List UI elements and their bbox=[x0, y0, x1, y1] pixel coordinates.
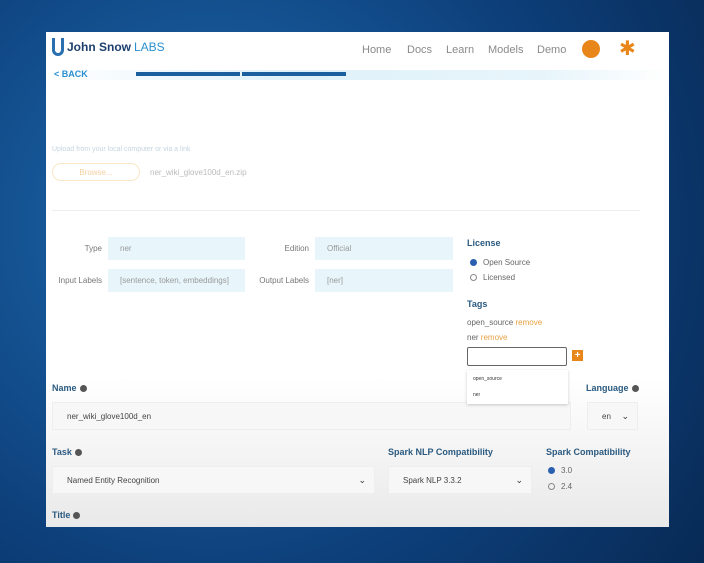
slack-icon[interactable]: ✱ bbox=[619, 36, 636, 61]
tag-item: ner remove bbox=[467, 333, 507, 342]
select-value: Spark NLP 3.3.2 bbox=[403, 476, 462, 485]
spark-3-0-radio[interactable]: 3.0 bbox=[548, 466, 572, 475]
tag-name: ner bbox=[467, 333, 479, 342]
back-link[interactable]: < BACK bbox=[54, 69, 88, 79]
suggestion-item[interactable]: ner bbox=[467, 382, 568, 398]
name-field[interactable]: ner_wiki_glove100d_en bbox=[52, 402, 571, 430]
label-text: Title bbox=[52, 510, 71, 520]
nav-models[interactable]: Models bbox=[488, 44, 523, 56]
info-icon[interactable] bbox=[631, 385, 639, 393]
app-window: John Snow LABS Home Docs Learn Models De… bbox=[46, 32, 669, 527]
select-value: Named Entity Recognition bbox=[67, 476, 160, 485]
nav-docs[interactable]: Docs bbox=[407, 44, 432, 56]
type-label: Type bbox=[84, 244, 102, 253]
input-labels-label: Input Labels bbox=[58, 276, 102, 285]
tag-input[interactable] bbox=[467, 347, 567, 366]
license-licensed-radio[interactable]: Licensed bbox=[470, 273, 515, 282]
logo-icon bbox=[52, 38, 64, 56]
chevron-down-icon: ⌄ bbox=[621, 411, 629, 421]
remove-tag-link[interactable]: remove bbox=[516, 318, 543, 327]
tag-suggestions: open_source ner bbox=[467, 370, 568, 404]
edition-field[interactable]: Official bbox=[315, 237, 453, 260]
license-open-source-radio[interactable]: Open Source bbox=[470, 258, 530, 267]
select-value: en bbox=[602, 412, 611, 421]
radio-label: Open Source bbox=[483, 258, 531, 267]
type-field[interactable]: ner bbox=[108, 237, 245, 260]
info-icon[interactable] bbox=[79, 385, 87, 393]
add-tag-button[interactable]: + bbox=[572, 350, 583, 361]
language-select[interactable]: en ⌄ bbox=[587, 402, 638, 430]
chevron-down-icon: ⌄ bbox=[358, 475, 366, 485]
tags-title: Tags bbox=[467, 299, 488, 309]
chevron-down-icon: ⌄ bbox=[515, 475, 523, 485]
title-label: Title bbox=[52, 510, 81, 520]
label-text: Name bbox=[52, 383, 77, 393]
progress-step-1 bbox=[136, 72, 240, 76]
divider bbox=[52, 210, 640, 211]
edition-label: Edition bbox=[284, 244, 309, 253]
output-labels-field[interactable]: [ner] bbox=[315, 269, 453, 292]
name-label: Name bbox=[52, 383, 87, 393]
suggestion-item[interactable]: open_source bbox=[467, 370, 568, 382]
label-text: Language bbox=[586, 383, 629, 393]
radio-selected bbox=[548, 467, 555, 475]
radio-label: 2.4 bbox=[561, 482, 573, 491]
input-labels-field[interactable]: [sentence, token, embeddings] bbox=[108, 269, 245, 292]
tag-item: open_source remove bbox=[467, 318, 542, 327]
progress-step-2 bbox=[242, 72, 346, 76]
upload-hint: Upload from your local computer or via a… bbox=[52, 146, 191, 153]
upload-filename: ner_wiki_glove100d_en.zip bbox=[150, 168, 247, 177]
radio-selected bbox=[470, 259, 477, 267]
task-label: Task bbox=[52, 447, 82, 457]
spark-2-4-radio[interactable]: 2.4 bbox=[548, 482, 572, 491]
language-label: Language bbox=[586, 383, 639, 393]
label-text: Task bbox=[52, 447, 72, 457]
output-labels-label: Output Labels bbox=[259, 276, 309, 285]
license-title: License bbox=[467, 238, 501, 248]
radio-label: 3.0 bbox=[561, 466, 573, 475]
logo-text: John Snow bbox=[67, 40, 131, 54]
spark-nlp-label: Spark NLP Compatibility bbox=[388, 447, 493, 457]
remove-tag-link[interactable]: remove bbox=[481, 333, 508, 342]
browse-button[interactable]: Browse... bbox=[52, 163, 140, 181]
nav-learn[interactable]: Learn bbox=[446, 44, 474, 56]
radio-unselected bbox=[470, 274, 477, 282]
nav-demo[interactable]: Demo bbox=[537, 44, 566, 56]
logo[interactable]: John Snow LABS bbox=[52, 38, 165, 56]
nav-home[interactable]: Home bbox=[362, 44, 391, 56]
task-select[interactable]: Named Entity Recognition ⌄ bbox=[52, 466, 375, 494]
github-icon[interactable] bbox=[582, 40, 600, 58]
radio-unselected bbox=[548, 483, 555, 491]
radio-label: Licensed bbox=[483, 273, 516, 282]
spark-nlp-select[interactable]: Spark NLP 3.3.2 ⌄ bbox=[388, 466, 532, 494]
info-icon[interactable] bbox=[73, 512, 81, 520]
tag-name: open_source bbox=[467, 318, 514, 327]
info-icon[interactable] bbox=[74, 449, 82, 457]
spark-label: Spark Compatibility bbox=[546, 447, 631, 457]
logo-suffix: LABS bbox=[134, 40, 165, 54]
